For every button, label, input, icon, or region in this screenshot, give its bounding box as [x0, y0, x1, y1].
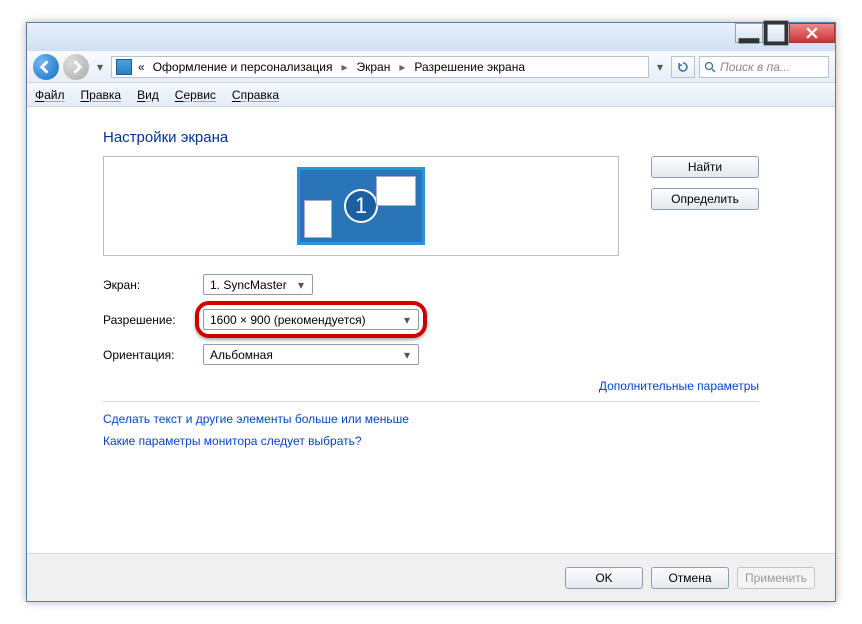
- monitor-thumbnail[interactable]: 1: [297, 167, 425, 245]
- detect-button[interactable]: Найти: [651, 156, 759, 178]
- display-select[interactable]: 1. SyncMaster ▾: [203, 274, 313, 295]
- help-link[interactable]: Какие параметры монитора следует выбрать…: [103, 434, 759, 448]
- breadcrumb-prefix: «: [136, 60, 147, 74]
- search-placeholder: Поиск в па...: [720, 60, 790, 74]
- control-panel-icon: [116, 59, 132, 75]
- chevron-down-icon: ▾: [294, 278, 308, 292]
- breadcrumb-item[interactable]: Оформление и персонализация: [151, 60, 335, 74]
- label-display: Экран:: [103, 278, 203, 292]
- menu-file[interactable]: Файл: [35, 88, 65, 102]
- navigation-bar: ▾ « Оформление и персонализация ▸ Экран …: [27, 51, 835, 83]
- advanced-settings-link[interactable]: Дополнительные параметры: [599, 379, 759, 393]
- nav-history-dropdown[interactable]: ▾: [93, 60, 107, 74]
- display-preview[interactable]: 1: [103, 156, 619, 256]
- menu-tools[interactable]: Сервис: [175, 88, 216, 102]
- minimize-button[interactable]: [735, 23, 763, 43]
- orientation-select[interactable]: Альбомная ▾: [203, 344, 419, 365]
- preview-window-icon: [376, 176, 416, 206]
- display-select-value: 1. SyncMaster: [210, 278, 287, 292]
- search-input[interactable]: Поиск в па...: [699, 56, 829, 78]
- preview-window-icon: [304, 200, 332, 238]
- menu-bar: Файл Правка Вид Сервис Справка: [27, 83, 835, 107]
- address-dropdown[interactable]: ▾: [653, 60, 667, 74]
- text-size-link[interactable]: Сделать текст и другие элементы больше и…: [103, 412, 759, 426]
- address-bar[interactable]: « Оформление и персонализация ▸ Экран ▸ …: [111, 56, 649, 78]
- forward-button[interactable]: [63, 54, 89, 80]
- menu-help[interactable]: Справка: [232, 88, 279, 102]
- menu-edit[interactable]: Правка: [81, 88, 122, 102]
- identify-button[interactable]: Определить: [651, 188, 759, 210]
- content-area: Настройки экрана 1 Найти Определить Экра…: [27, 107, 835, 472]
- resolution-select-value: 1600 × 900 (рекомендуется): [210, 313, 366, 327]
- menu-view[interactable]: Вид: [137, 88, 159, 102]
- breadcrumb-separator: ▸: [338, 60, 350, 74]
- monitor-number: 1: [344, 189, 378, 223]
- divider: [103, 401, 759, 402]
- chevron-down-icon: ▾: [400, 348, 414, 362]
- control-panel-window: ▾ « Оформление и персонализация ▸ Экран …: [26, 22, 836, 602]
- breadcrumb-item[interactable]: Разрешение экрана: [412, 60, 527, 74]
- breadcrumb-separator: ▸: [396, 60, 408, 74]
- cancel-button[interactable]: Отмена: [651, 567, 729, 589]
- page-title: Настройки экрана: [103, 129, 759, 146]
- orientation-select-value: Альбомная: [210, 348, 273, 362]
- chevron-down-icon: ▾: [400, 313, 414, 327]
- titlebar: [27, 23, 835, 51]
- label-resolution: Разрешение:: [103, 313, 203, 327]
- refresh-button[interactable]: [671, 56, 695, 78]
- label-orientation: Ориентация:: [103, 348, 203, 362]
- resolution-select[interactable]: 1600 × 900 (рекомендуется) ▾: [203, 309, 419, 330]
- maximize-button[interactable]: [762, 23, 790, 43]
- breadcrumb-item[interactable]: Экран: [354, 60, 392, 74]
- dialog-footer: OK Отмена Применить: [27, 553, 835, 601]
- ok-button[interactable]: OK: [565, 567, 643, 589]
- back-button[interactable]: [33, 54, 59, 80]
- apply-button[interactable]: Применить: [737, 567, 815, 589]
- close-button[interactable]: [789, 23, 835, 43]
